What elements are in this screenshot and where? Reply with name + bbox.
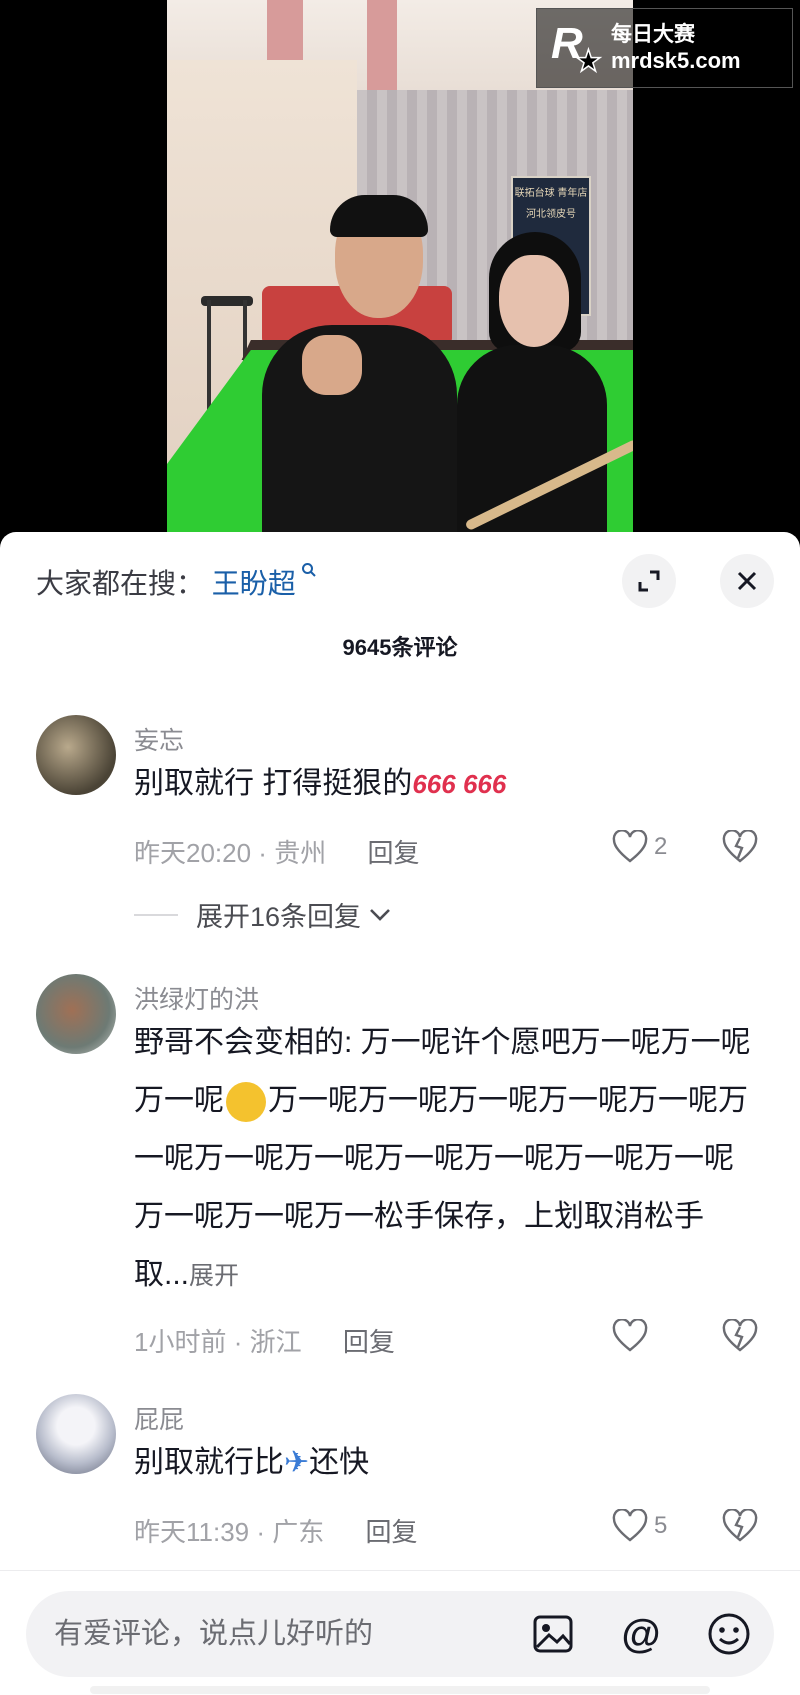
comment-panel: 大家都在搜： 王盼超 9645条评论 妄忘 别取就行 打得挺狠的666 666 … bbox=[0, 532, 800, 1695]
man-hand bbox=[302, 335, 362, 395]
comment-time: 1小时前 bbox=[134, 1327, 227, 1357]
comment-location: 广东 bbox=[272, 1517, 325, 1547]
woman-face bbox=[499, 255, 569, 347]
comment-time: 昨天20:20 bbox=[134, 838, 252, 868]
comment-composer: @ bbox=[0, 1570, 800, 1695]
banner-line: 联拓台球 青年店 bbox=[514, 188, 588, 199]
video-player[interactable]: 联拓台球 青年店 河北领皮号 R ★ 每日大赛 mrdsk5.com bbox=[0, 0, 800, 560]
close-icon bbox=[737, 571, 757, 591]
at-icon: @ bbox=[621, 1612, 661, 1656]
comment-meta: 昨天11:39 · 广东 回复 bbox=[134, 1517, 418, 1547]
emoji-666: 666 666 bbox=[412, 769, 507, 799]
man-hair bbox=[330, 195, 428, 237]
like-count: 2 bbox=[654, 833, 668, 860]
pleading-face-emoji bbox=[226, 1082, 266, 1123]
like-count: 5 bbox=[654, 1512, 668, 1539]
heart-icon bbox=[612, 1319, 648, 1352]
comment-text: 野哥不会变相的: 万一呢许个愿吧万一呢万一呢万一呢 万一呢万一呢万一呢万一呢万一呢… bbox=[134, 1026, 751, 1291]
comment-username[interactable]: 洪绿灯的洪 bbox=[134, 980, 259, 1016]
broken-heart-icon bbox=[722, 829, 758, 863]
reply-button[interactable]: 回复 bbox=[367, 838, 419, 868]
comment-input-pill[interactable]: @ bbox=[26, 1591, 774, 1677]
image-button[interactable] bbox=[530, 1611, 576, 1657]
image-icon bbox=[533, 1615, 573, 1653]
chevron-down-icon bbox=[370, 908, 390, 921]
emoji-icon bbox=[708, 1613, 750, 1655]
expand-replies-button[interactable]: 展开16条回复 bbox=[134, 895, 391, 934]
airplane-emoji: ✈ bbox=[284, 1446, 310, 1479]
watermark-logo: R ★ bbox=[551, 19, 603, 79]
avatar[interactable] bbox=[36, 974, 116, 1054]
divider bbox=[134, 913, 178, 916]
broken-heart-icon bbox=[722, 1508, 758, 1542]
comment-location: 浙江 bbox=[249, 1327, 302, 1357]
comment-username[interactable]: 妄忘 bbox=[134, 721, 184, 757]
watermark: R ★ 每日大赛 mrdsk5.com bbox=[536, 8, 793, 88]
comment-location: 贵州 bbox=[274, 838, 327, 868]
like-button[interactable]: 5 bbox=[612, 1509, 667, 1543]
banner-line: 河北领皮号 bbox=[526, 209, 576, 220]
like-button[interactable] bbox=[612, 1319, 654, 1353]
comment-text: 别取就行比✈还快 bbox=[134, 1446, 370, 1479]
like-button[interactable]: 2 bbox=[612, 830, 667, 864]
comment-count: 9645条评论 bbox=[342, 635, 458, 660]
emoji-button[interactable] bbox=[706, 1611, 752, 1657]
expand-text-link[interactable]: 展开 bbox=[189, 1262, 239, 1290]
expand-icon bbox=[638, 570, 660, 592]
avatar[interactable] bbox=[36, 1394, 116, 1474]
reply-button[interactable]: 回复 bbox=[366, 1517, 418, 1547]
broken-heart-icon bbox=[722, 1318, 758, 1352]
search-icon bbox=[296, 562, 317, 582]
woman bbox=[457, 345, 607, 540]
watermark-url: mrdsk5.com bbox=[611, 48, 741, 73]
search-suggestion: 大家都在搜： 王盼超 bbox=[36, 562, 317, 602]
home-indicator bbox=[90, 1686, 710, 1694]
comment-username[interactable]: 屁屁 bbox=[134, 1400, 184, 1436]
search-prefix: 大家都在搜： bbox=[36, 568, 205, 599]
avatar[interactable] bbox=[36, 715, 116, 795]
comment-meta: 昨天20:20 · 贵州 回复 bbox=[134, 838, 420, 868]
watermark-name: 每日大赛 bbox=[611, 23, 695, 46]
comment-text: 别取就行 打得挺狠的666 666 bbox=[134, 767, 507, 800]
mention-button[interactable]: @ bbox=[618, 1611, 664, 1657]
heart-icon bbox=[612, 830, 648, 863]
dislike-button[interactable] bbox=[722, 829, 758, 869]
heart-icon bbox=[612, 1509, 648, 1542]
star-icon: ★ bbox=[574, 44, 602, 79]
comment-meta: 1小时前 · 浙江 回复 bbox=[134, 1327, 395, 1357]
search-keyword-link[interactable]: 王盼超 bbox=[212, 563, 317, 599]
close-button[interactable] bbox=[720, 554, 774, 608]
comment-input[interactable] bbox=[54, 1591, 514, 1677]
reply-button[interactable]: 回复 bbox=[343, 1327, 395, 1357]
expand-button[interactable] bbox=[622, 554, 676, 608]
dislike-button[interactable] bbox=[722, 1508, 758, 1548]
comment-time: 昨天11:39 bbox=[134, 1517, 250, 1547]
dislike-button[interactable] bbox=[722, 1318, 758, 1358]
